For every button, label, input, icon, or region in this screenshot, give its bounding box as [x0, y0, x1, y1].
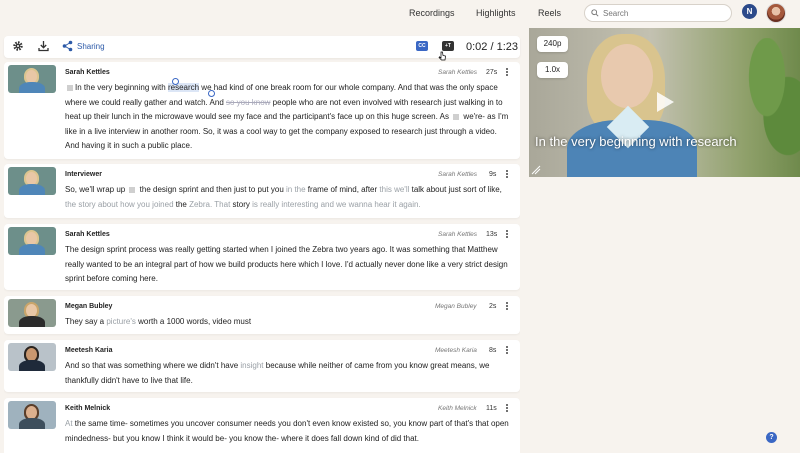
deleted-words[interactable]: so you know: [226, 98, 270, 107]
speaker-thumbnail[interactable]: [8, 401, 56, 429]
speaker-name: Sarah Kettles: [65, 69, 110, 76]
video-player[interactable]: In the very beginning with research: [529, 28, 800, 177]
transcript-text[interactable]: And so that was something where we didn'…: [65, 359, 511, 388]
speaker-attribution-link[interactable]: Sarah Kettles: [438, 231, 477, 238]
transcript-text[interactable]: In the very beginning with research we h…: [65, 81, 511, 154]
user-avatar[interactable]: [766, 3, 786, 23]
nav-highlights[interactable]: Highlights: [476, 8, 516, 18]
transcript-text[interactable]: At the same time- sometimes you uncover …: [65, 417, 511, 446]
gear-icon[interactable]: [12, 40, 24, 52]
segment-duration: 9s: [489, 171, 497, 178]
transcript-block: Sarah Kettles Sarah Kettles 13s The desi…: [4, 224, 520, 290]
player-toolbar: Sharing CC +T 0:02 / 1:23: [4, 36, 520, 61]
segment-duration: 2s: [489, 303, 497, 310]
speaker-name: Megan Bubley: [65, 303, 113, 310]
speaker-attribution-link[interactable]: Sarah Kettles: [438, 69, 477, 76]
transcript-list: Sarah Kettles Sarah Kettles 27s In the v…: [4, 62, 520, 453]
resize-corner-icon[interactable]: [531, 165, 541, 175]
search-input[interactable]: [603, 7, 723, 19]
segment-duration: 27s: [486, 69, 498, 76]
marker-icon: [67, 84, 73, 91]
segment-duration: 8s: [489, 347, 497, 354]
more-options-icon[interactable]: [504, 403, 510, 413]
more-options-icon[interactable]: [504, 229, 510, 239]
playback-speed-button[interactable]: 1.0x: [537, 62, 568, 78]
more-options-icon[interactable]: [504, 345, 510, 355]
share-icon[interactable]: [62, 40, 73, 52]
more-options-icon[interactable]: [504, 301, 510, 311]
download-icon[interactable]: [38, 40, 49, 52]
text-overlay-button[interactable]: +T: [442, 41, 454, 51]
marker-icon: [129, 186, 136, 193]
nav-reels[interactable]: Reels: [538, 8, 561, 18]
pointer-cursor-icon: [438, 51, 446, 61]
transcript-block: Sarah Kettles Sarah Kettles 27s In the v…: [4, 62, 520, 159]
speaker-thumbnail[interactable]: [8, 167, 56, 195]
more-options-icon[interactable]: [504, 169, 510, 179]
transcript-text[interactable]: They say a picture's worth a 1000 words,…: [65, 315, 511, 330]
background-plant: [739, 38, 800, 168]
playback-time: 0:02 / 1:23: [466, 41, 518, 53]
video-caption: In the very beginning with research: [535, 134, 737, 149]
marker-icon: [453, 113, 460, 120]
speaker-name: Meetesh Karia: [65, 347, 113, 354]
transcript-text[interactable]: The design sprint process was really get…: [65, 243, 511, 287]
nav-recordings[interactable]: Recordings: [409, 8, 455, 18]
speaker-attribution-link[interactable]: Keith Melnick: [438, 405, 477, 412]
speaker-thumbnail[interactable]: [8, 65, 56, 93]
transcript-text[interactable]: So, we'll wrap up the design sprint and …: [65, 183, 511, 212]
transcript-block: Keith Melnick Keith Melnick 11s At the s…: [4, 398, 520, 453]
segment-duration: 13s: [486, 231, 498, 238]
selection-end-handle[interactable]: [208, 90, 215, 97]
transcript-block: Megan Bubley Megan Bubley 2s They say a …: [4, 296, 520, 334]
more-options-icon[interactable]: [504, 67, 510, 77]
help-button[interactable]: ?: [766, 432, 777, 443]
speaker-attribution-link[interactable]: Sarah Kettles: [438, 171, 477, 178]
search-box[interactable]: [584, 4, 732, 22]
speaker-thumbnail[interactable]: [8, 299, 56, 327]
speaker-attribution-link[interactable]: Megan Bubley: [435, 303, 477, 310]
transcript-block: Interviewer Sarah Kettles 9s So, we'll w…: [4, 164, 520, 218]
speaker-thumbnail[interactable]: [8, 227, 56, 255]
resolution-button[interactable]: 240p: [537, 36, 568, 52]
speaker-name: Sarah Kettles: [65, 231, 110, 238]
user-initial-badge[interactable]: N: [742, 4, 757, 19]
speaker-thumbnail[interactable]: [8, 343, 56, 371]
transcript-block: Meetesh Karia Meetesh Karia 8s And so th…: [4, 340, 520, 392]
segment-duration: 11s: [486, 405, 497, 412]
top-nav: Recordings Highlights Reels N: [0, 0, 800, 26]
sharing-button[interactable]: Sharing: [77, 42, 105, 51]
search-icon: [591, 9, 599, 17]
closed-caption-button[interactable]: CC: [416, 41, 428, 51]
speaker-name: Keith Melnick: [65, 405, 111, 412]
speaker-name: Interviewer: [65, 171, 102, 178]
selection-start-handle[interactable]: [172, 78, 179, 85]
speaker-attribution-link[interactable]: Meetesh Karia: [435, 347, 477, 354]
play-icon[interactable]: [657, 92, 674, 112]
